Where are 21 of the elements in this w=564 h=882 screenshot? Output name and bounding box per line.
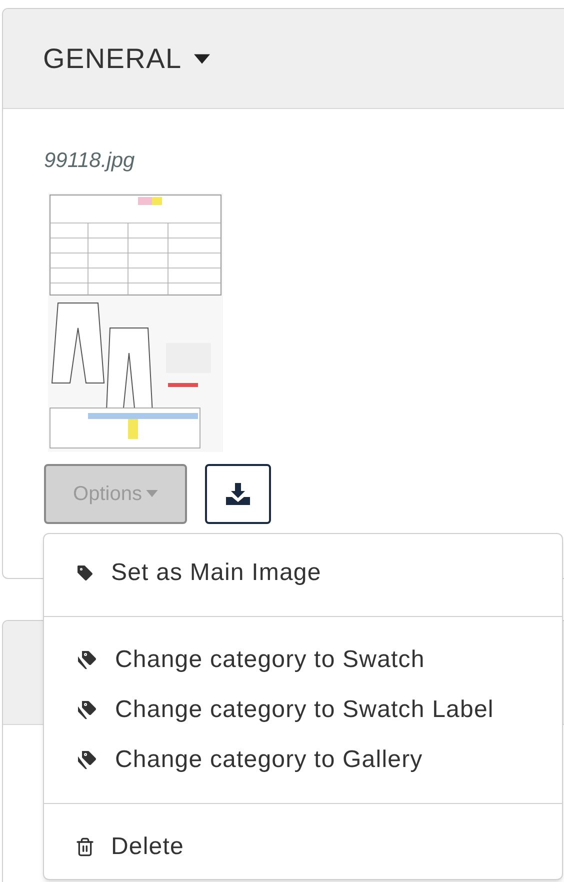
section-title: GENERAL — [43, 42, 182, 76]
menu-item[interactable]: Change category to Gallery — [44, 735, 562, 785]
trash-icon — [75, 837, 95, 857]
menu-item-label: Delete — [111, 832, 184, 862]
tags-icon — [75, 748, 99, 772]
file-name: 99118.jpg — [44, 148, 136, 174]
tags-icon — [75, 648, 99, 672]
download-icon — [226, 482, 250, 504]
menu-item-label: Change category to Swatch Label — [115, 695, 494, 725]
menu-item-label: Change category to Gallery — [115, 745, 423, 775]
download-button[interactable] — [205, 464, 271, 524]
caret-icon — [146, 490, 158, 497]
menu-item[interactable]: Delete — [44, 822, 562, 872]
menu-item[interactable]: Set as Main Image — [44, 548, 562, 598]
menu-item[interactable]: Change category to Swatch — [44, 635, 562, 685]
menu-item-label: Change category to Swatch — [115, 645, 425, 675]
menu-item-label: Set as Main Image — [111, 558, 322, 588]
menu-item[interactable]: Change category to Swatch Label — [44, 685, 562, 735]
tag-icon — [75, 563, 95, 583]
caret-icon — [194, 54, 210, 64]
tags-icon — [75, 698, 99, 722]
